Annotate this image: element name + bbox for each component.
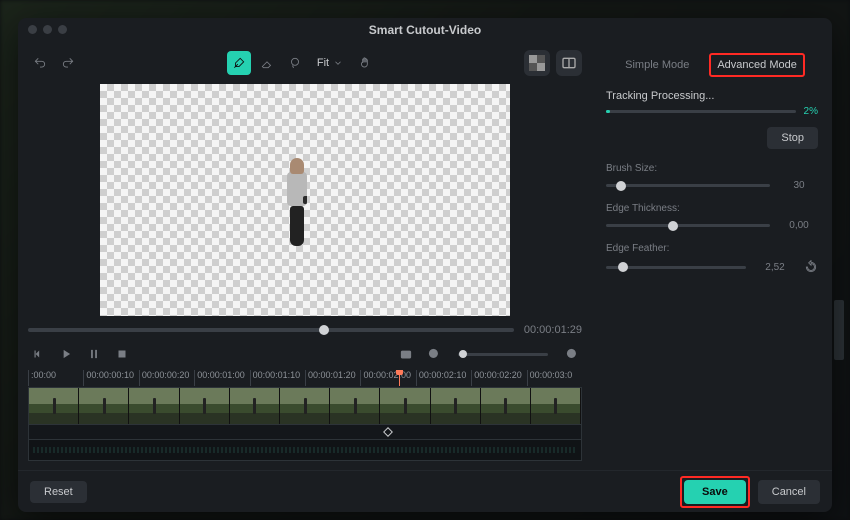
zoom-fit-select[interactable]: Fit <box>311 57 349 69</box>
playhead[interactable] <box>399 370 400 386</box>
timeline-thumb[interactable] <box>230 388 280 424</box>
edge-feather-reset-button[interactable] <box>804 260 818 274</box>
tracking-progress-bar <box>606 110 796 113</box>
ruler-mark: :00:00 <box>28 370 83 386</box>
minimize-icon[interactable] <box>43 25 52 34</box>
cancel-button[interactable]: Cancel <box>758 480 820 504</box>
stop-tracking-button[interactable]: Stop <box>767 127 818 149</box>
timeline-thumb[interactable] <box>380 388 430 424</box>
preview-area <box>28 84 582 316</box>
fit-label: Fit <box>317 57 329 69</box>
scroll-minimap <box>834 300 844 360</box>
edge-feather-value[interactable]: 2,52 <box>756 262 794 273</box>
dialog-footer: Reset Save Cancel <box>18 470 832 512</box>
ruler-mark: 00:00:03:0 <box>527 370 582 386</box>
compare-icon <box>561 55 577 71</box>
edge-thickness-slider[interactable] <box>606 224 770 227</box>
lasso-tool-button[interactable] <box>283 51 307 75</box>
maximize-icon[interactable] <box>58 25 67 34</box>
smart-cutout-dialog: Smart Cutout-Video Fit <box>18 18 832 512</box>
close-icon[interactable] <box>28 25 37 34</box>
timeline-thumb[interactable] <box>531 388 581 424</box>
zoom-slider[interactable] <box>458 353 548 356</box>
timeline-thumb[interactable] <box>431 388 481 424</box>
ruler-mark: 00:00:00:20 <box>139 370 194 386</box>
seek-thumb[interactable] <box>319 325 329 335</box>
timeline-thumb[interactable] <box>129 388 179 424</box>
redo-button[interactable] <box>56 51 80 75</box>
keyframe-lane[interactable] <box>28 425 582 439</box>
brush-size-slider[interactable] <box>606 184 770 187</box>
zoom-out-button[interactable] <box>424 344 444 364</box>
eraser-tool-button[interactable] <box>255 51 279 75</box>
undo-button[interactable] <box>28 51 52 75</box>
video-preview[interactable] <box>100 84 510 316</box>
timeline-thumb[interactable] <box>79 388 129 424</box>
prev-frame-button[interactable] <box>28 344 48 364</box>
transport-bar <box>28 342 582 366</box>
play-button[interactable] <box>56 344 76 364</box>
edge-thickness-value[interactable]: 0,00 <box>780 220 818 231</box>
ruler-mark: 00:00:01:20 <box>305 370 360 386</box>
ruler-mark: 00:00:02:00 <box>360 370 415 386</box>
edge-feather-slider[interactable] <box>606 266 746 269</box>
brush-size-label: Brush Size: <box>606 163 818 174</box>
brush-size-value[interactable]: 30 <box>780 180 818 191</box>
ruler-mark: 00:00:00:10 <box>83 370 138 386</box>
titlebar: Smart Cutout-Video <box>18 18 832 42</box>
reset-button[interactable]: Reset <box>30 481 87 503</box>
settings-panel: Simple Mode Advanced Mode Tracking Proce… <box>592 42 832 470</box>
timeline: :00:0000:00:00:1000:00:00:2000:00:01:000… <box>28 370 582 461</box>
snapshot-button[interactable] <box>396 344 416 364</box>
timeline-thumb[interactable] <box>481 388 531 424</box>
time-readout: 00:00:01:29 <box>524 324 582 336</box>
dialog-title: Smart Cutout-Video <box>369 23 481 37</box>
save-button[interactable]: Save <box>684 480 746 504</box>
brush-tool-button[interactable] <box>227 51 251 75</box>
cutout-subject <box>287 158 307 246</box>
seek-slider[interactable] <box>28 328 514 332</box>
canvas-toolbar: Fit <box>28 48 582 78</box>
timeline-thumb[interactable] <box>330 388 380 424</box>
audio-lane[interactable] <box>28 439 582 461</box>
zoom-thumb[interactable] <box>459 350 467 358</box>
timeline-thumb[interactable] <box>280 388 330 424</box>
ruler-mark: 00:00:02:10 <box>416 370 471 386</box>
save-highlight: Save <box>680 476 750 508</box>
chevron-down-icon <box>333 58 343 68</box>
pause-button[interactable] <box>84 344 104 364</box>
transparency-toggle-button[interactable] <box>524 50 550 76</box>
tab-simple-mode[interactable]: Simple Mode <box>619 55 695 75</box>
timeline-thumbnails[interactable] <box>28 387 582 425</box>
timeline-ruler[interactable]: :00:0000:00:00:1000:00:00:2000:00:01:000… <box>28 370 582 386</box>
compare-button[interactable] <box>556 50 582 76</box>
ruler-mark: 00:00:01:10 <box>250 370 305 386</box>
waveform <box>33 447 577 453</box>
stop-button[interactable] <box>112 344 132 364</box>
keyframe-marker[interactable] <box>383 427 393 437</box>
checkerboard-icon <box>529 55 545 71</box>
ruler-mark: 00:00:02:20 <box>471 370 526 386</box>
zoom-in-button[interactable] <box>562 344 582 364</box>
edge-feather-label: Edge Feather: <box>606 243 818 254</box>
ruler-mark: 00:00:01:00 <box>194 370 249 386</box>
hand-tool-button[interactable] <box>353 51 377 75</box>
tracking-status-label: Tracking Processing... <box>606 90 818 102</box>
timeline-thumb[interactable] <box>29 388 79 424</box>
edge-thickness-label: Edge Thickness: <box>606 203 818 214</box>
tracking-percent: 2% <box>804 106 818 117</box>
window-controls[interactable] <box>28 25 67 34</box>
tab-advanced-mode[interactable]: Advanced Mode <box>709 53 805 77</box>
timeline-thumb[interactable] <box>180 388 230 424</box>
